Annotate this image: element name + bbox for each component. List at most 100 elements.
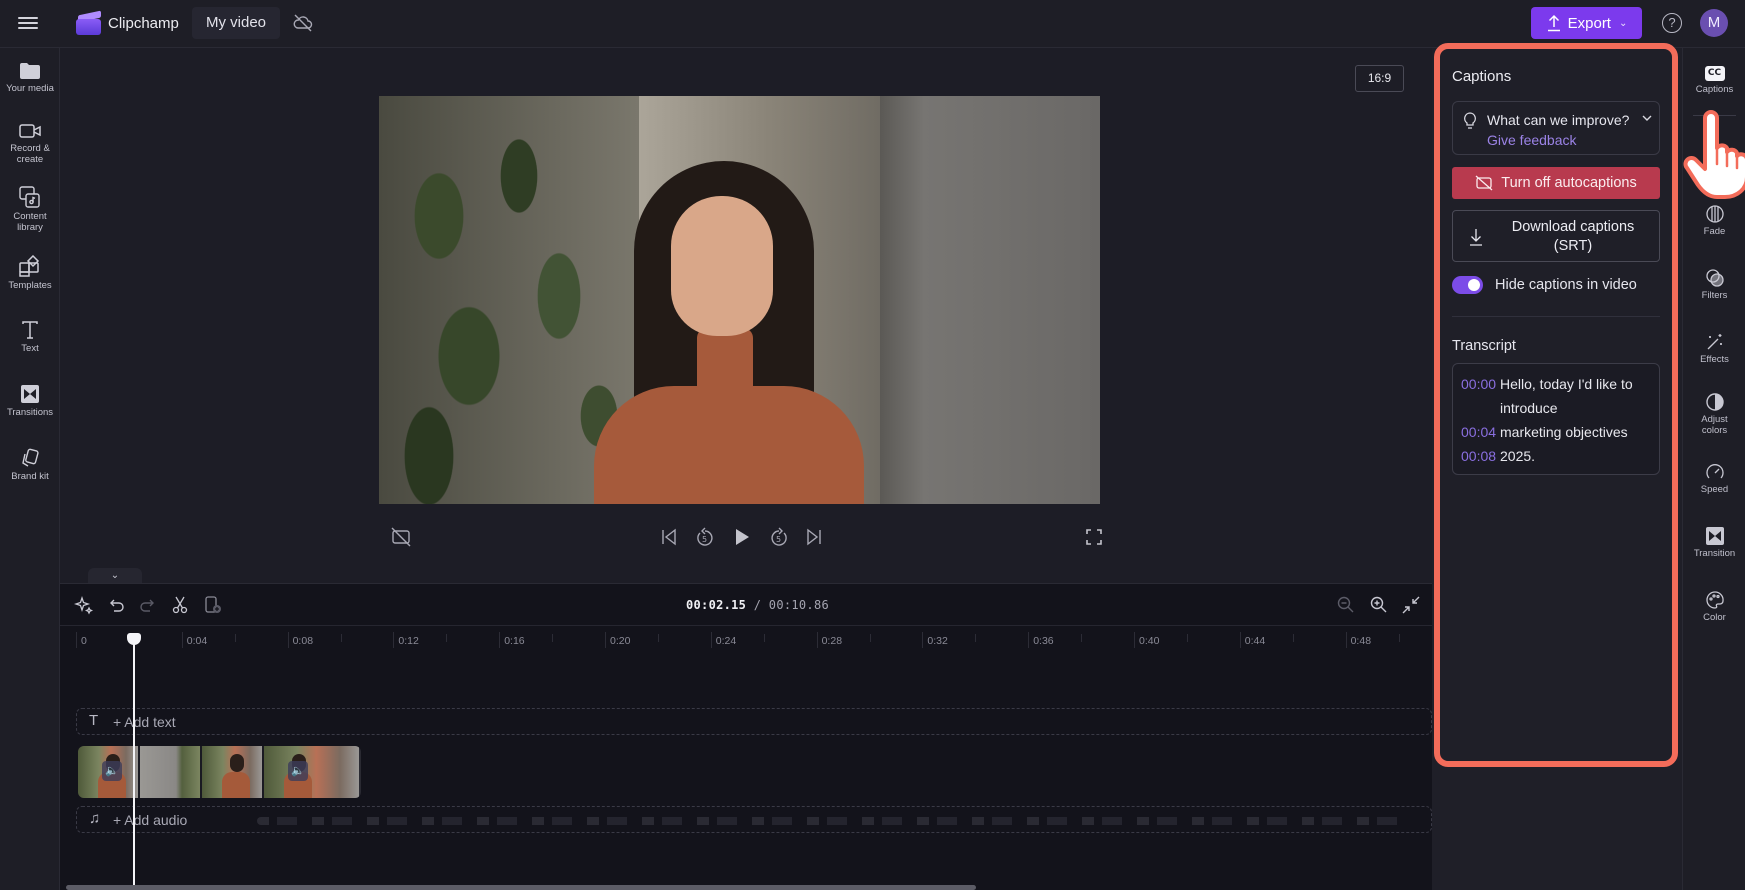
timestamp[interactable]: 00:00 (1461, 372, 1498, 420)
sidebar-item-label: Text (21, 343, 39, 354)
ruler-tick (922, 632, 924, 648)
color-palette-icon (1705, 591, 1724, 609)
total-time: 00:10.86 (768, 598, 829, 612)
skip-to-end-icon[interactable] (803, 526, 825, 548)
collapse-timeline-button[interactable]: ⌄ (88, 568, 142, 583)
sidebar-item-label: Templates (8, 280, 52, 291)
ruler-tick (393, 632, 395, 648)
turn-off-autocaptions-button[interactable]: Turn off autocaptions (1452, 167, 1660, 199)
ruler-tick-label: 0:32 (927, 635, 948, 647)
playhead[interactable] (133, 634, 135, 890)
top-bar: Clipchamp My video Export ⌄ ? M (0, 0, 1745, 48)
rstrip-item-color[interactable]: Color (1683, 590, 1745, 623)
cloud-off-icon[interactable] (292, 13, 314, 33)
transcript-box: 00:00 Hello, today I'd like to introduce… (1452, 363, 1660, 475)
zoom-in-icon[interactable] (1369, 595, 1389, 615)
volume-icon[interactable]: 🔈 (102, 761, 122, 781)
download-icon (1470, 229, 1482, 246)
rstrip-item-filters[interactable]: Filters (1683, 268, 1745, 301)
project-name-input[interactable]: My video (192, 7, 281, 39)
fade-icon (1705, 205, 1724, 223)
scissors-icon[interactable] (170, 595, 190, 615)
panel-title: Captions (1452, 68, 1512, 85)
music-note-icon: ♫ (89, 810, 101, 827)
hide-captions-toggle[interactable] (1452, 276, 1483, 294)
skip-to-start-icon[interactable] (658, 526, 680, 548)
sidebar-item-templates[interactable]: Templates (0, 255, 60, 291)
play-icon[interactable] (731, 526, 753, 548)
timeline-ruler[interactable]: 0 0:04 0:08 0:12 0:16 0:20 0:24 0:28 0:32 0:36 0:4… (60, 626, 1432, 656)
fullscreen-icon[interactable] (1083, 526, 1105, 548)
timeline: 00:02.15 / 00:10.86 0 0:04 0:08 0:12 0:16 0:2… (60, 583, 1432, 890)
sidebar-item-content-library[interactable]: Content library (0, 186, 60, 233)
sidebar-item-text[interactable]: Text (0, 320, 60, 354)
effects-icon (1707, 334, 1722, 350)
rstrip-item-transition[interactable]: Transition (1683, 526, 1745, 559)
fit-timeline-icon[interactable] (1401, 595, 1421, 615)
rstrip-item-fade[interactable]: Fade (1683, 204, 1745, 237)
ruler-tick (1345, 632, 1347, 648)
rewind-5-icon[interactable]: 5 (694, 526, 716, 548)
ruler-tick (287, 632, 289, 648)
timestamp[interactable]: 00:04 (1461, 420, 1498, 444)
add-clip-icon[interactable] (203, 595, 223, 615)
cc-icon: CC (1704, 66, 1725, 81)
add-text-track[interactable]: T + Add text (76, 708, 1432, 735)
app-name: Clipchamp (108, 15, 179, 32)
sidebar-item-label: Brand kit (11, 471, 49, 482)
sidebar-item-record-create[interactable]: Record & create (0, 122, 60, 165)
ruler-minor-tick (975, 634, 977, 642)
divider (1452, 316, 1660, 317)
feedback-dropdown[interactable]: What can we improve? Give feedback (1452, 101, 1660, 155)
clip-thumbnail: 🔈 (264, 746, 359, 798)
camera-icon (19, 124, 41, 138)
ruler-tick-label: 0:40 (1139, 635, 1160, 647)
ruler-minor-tick (234, 634, 236, 642)
captions-off-icon[interactable] (390, 526, 412, 548)
volume-icon[interactable]: 🔈 (288, 761, 308, 781)
clip-thumbnail (140, 746, 202, 798)
rstrip-item-speed[interactable]: Speed (1683, 462, 1745, 495)
chevron-down-icon: ⌄ (1618, 17, 1628, 29)
timeline-scrollbar[interactable] (66, 885, 976, 890)
magic-sparkle-icon[interactable] (74, 595, 94, 615)
chevron-down-icon[interactable] (1641, 112, 1653, 124)
redo-icon[interactable] (138, 595, 158, 615)
ruler-minor-tick (552, 634, 554, 642)
ruler-minor-tick (446, 634, 448, 642)
transcript-line: 00:08 2025. (1461, 444, 1651, 468)
folder-icon (20, 63, 40, 79)
aspect-ratio-button[interactable]: 16:9 (1355, 65, 1404, 92)
rstrip-item-captions[interactable]: CC Captions (1683, 66, 1745, 95)
lightbulb-icon (1464, 112, 1476, 129)
rstrip-item-adjust-colors[interactable]: Adjust colors (1683, 392, 1745, 436)
divider (1693, 115, 1736, 116)
rstrip-item-label: Effects (1700, 354, 1729, 365)
caption-text[interactable]: 2025. (1498, 444, 1535, 468)
give-feedback-link[interactable]: Give feedback (1487, 132, 1577, 148)
sidebar-item-your-media[interactable]: Your media (0, 62, 60, 94)
text-icon: T (89, 712, 99, 729)
caption-text[interactable]: Hello, today I'd like to introduce (1498, 372, 1651, 420)
add-text-label: + Add text (113, 714, 176, 730)
ruler-minor-tick (1081, 634, 1083, 642)
ruler-minor-tick (1186, 634, 1188, 642)
help-icon[interactable]: ? (1662, 13, 1682, 33)
add-audio-track[interactable]: ♫ + Add audio (76, 806, 1432, 833)
sidebar-item-transitions[interactable]: Transitions (0, 384, 60, 418)
video-preview[interactable] (379, 96, 1100, 504)
rstrip-item-effects[interactable]: Effects (1683, 332, 1745, 365)
export-button[interactable]: Export ⌄ (1531, 7, 1642, 39)
caption-text[interactable]: marketing objectives (1498, 420, 1628, 444)
undo-icon[interactable] (106, 595, 126, 615)
timestamp[interactable]: 00:08 (1461, 444, 1498, 468)
zoom-out-icon[interactable] (1336, 595, 1356, 615)
menu-icon[interactable] (18, 14, 38, 32)
ruler-tick-label: 0:44 (1244, 635, 1266, 647)
video-clip[interactable]: 🔈 🔈 (78, 746, 361, 798)
forward-5-icon[interactable]: 5 (768, 526, 790, 548)
clipchamp-app: Clipchamp My video Export ⌄ ? M Your med… (0, 0, 1745, 890)
sidebar-item-brand-kit[interactable]: Brand kit (0, 448, 60, 482)
avatar[interactable]: M (1700, 9, 1728, 37)
download-captions-button[interactable]: Download captions (SRT) (1452, 210, 1660, 262)
